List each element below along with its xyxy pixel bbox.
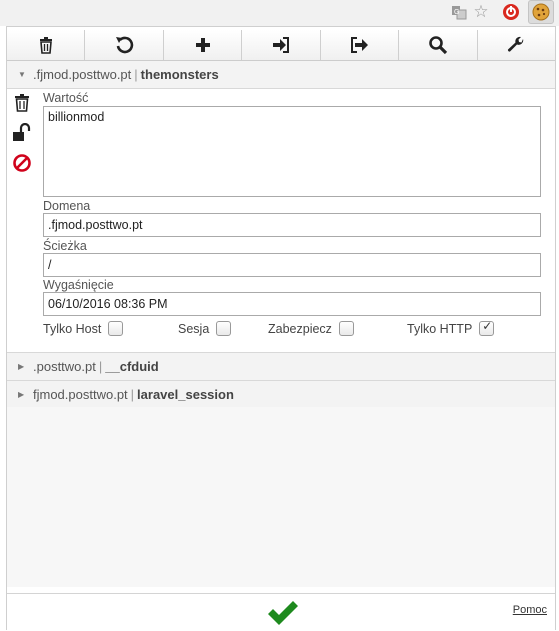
cookie-flags: Tylko Host Sesja Zabezpiecz Tylko HTTP (43, 319, 543, 339)
import-icon (272, 37, 289, 53)
editor-toolbar (7, 30, 555, 61)
add-cookie-button[interactable] (163, 30, 243, 60)
http-only-flag[interactable]: Tylko HTTP (407, 319, 495, 336)
refresh-button[interactable] (85, 30, 164, 60)
expires-field[interactable] (43, 292, 541, 316)
unlock-icon[interactable] (12, 123, 32, 143)
trash-icon (39, 37, 52, 54)
http-only-label: Tylko HTTP (407, 321, 473, 336)
secure-flag[interactable]: Zabezpiecz (268, 321, 354, 336)
secure-label: Zabezpiecz (268, 321, 332, 336)
footer: Pomoc (7, 593, 555, 631)
block-icon[interactable] (12, 153, 32, 173)
domain-field[interactable] (43, 213, 541, 237)
export-button[interactable] (320, 30, 400, 60)
plus-icon (195, 38, 210, 52)
refresh-icon (116, 36, 134, 54)
collapse-arrow-icon: ▶ (18, 390, 25, 399)
host-only-flag[interactable]: Tylko Host (43, 321, 124, 336)
cookie-domain: .fjmod.posttwo.pt (33, 67, 132, 82)
wrench-icon (508, 36, 524, 52)
cookie-domain: .posttwo.pt (33, 359, 96, 374)
cookie-actions (12, 93, 34, 183)
secure-checkbox[interactable] (338, 321, 354, 336)
help-link[interactable]: Pomoc (513, 604, 547, 616)
star-icon[interactable]: ☆ (470, 1, 492, 23)
path-field[interactable] (43, 253, 541, 277)
http-only-checkbox[interactable] (479, 319, 495, 336)
expand-arrow-icon: ▼ (18, 70, 26, 79)
cookie-name: themonsters (140, 67, 219, 82)
cookie-icon[interactable] (528, 0, 554, 24)
search-icon (429, 36, 447, 55)
translate-icon[interactable]: G (448, 1, 470, 23)
delete-all-button[interactable] (7, 30, 86, 60)
settings-button[interactable] (477, 30, 555, 60)
host-only-label: Tylko Host (43, 321, 102, 336)
session-flag[interactable]: Sesja (178, 321, 232, 336)
red-extension-icon[interactable] (500, 1, 522, 23)
cookie-domain: fjmod.posttwo.pt (33, 387, 128, 402)
value-field[interactable]: billionmod (43, 106, 541, 197)
session-checkbox[interactable] (216, 321, 232, 336)
export-icon (351, 37, 369, 53)
expires-label: Wygaśnięcie (43, 278, 114, 292)
separator: | (98, 359, 103, 374)
list-empty-area (7, 407, 555, 587)
svg-text:G: G (454, 9, 459, 16)
cookie-editor: Wartość billionmod Domena Ścieżka Wygaśn… (7, 89, 555, 353)
confirm-checkmark-icon[interactable] (266, 598, 300, 628)
cookie-name: __cfduid (105, 359, 159, 374)
import-button[interactable] (242, 30, 321, 60)
path-label: Ścieżka (43, 239, 87, 253)
cookie-list: ▼ .fjmod.posttwo.pt | themonsters Wartość … (7, 61, 555, 441)
search-button[interactable] (399, 30, 478, 60)
session-label: Sesja (178, 321, 210, 336)
cookie-header-laravel-session[interactable]: ▶ fjmod.posttwo.pt | laravel_session (7, 381, 555, 409)
delete-cookie-icon[interactable] (12, 93, 32, 113)
domain-label: Domena (43, 199, 91, 213)
value-label: Wartość (43, 91, 89, 105)
separator: | (134, 67, 138, 82)
host-only-checkbox[interactable] (108, 321, 124, 336)
browser-toolbar: G ☆ (0, 0, 559, 26)
cookie-name: laravel_session (137, 387, 234, 402)
cookie-editor-popup: ▼ .fjmod.posttwo.pt | themonsters Wartość … (6, 26, 556, 631)
collapse-arrow-icon: ▶ (18, 362, 25, 371)
separator: | (130, 387, 135, 402)
cookie-header-themonsters[interactable]: ▼ .fjmod.posttwo.pt | themonsters (7, 61, 555, 89)
cookie-header-cfduid[interactable]: ▶ .posttwo.pt | __cfduid (7, 353, 555, 381)
